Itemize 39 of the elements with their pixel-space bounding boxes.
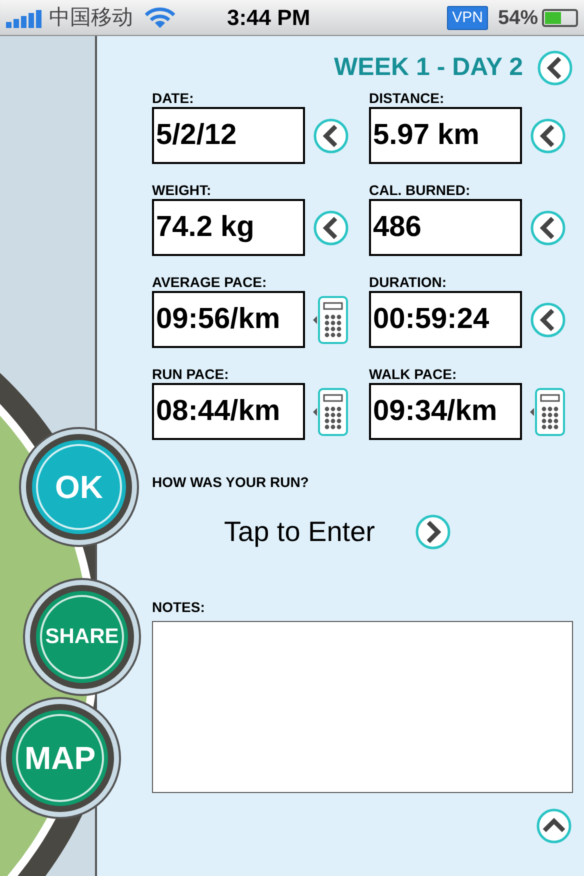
field-label: CAL. BURNED: [369, 182, 472, 198]
value-field[interactable]: 5/2/12 [152, 107, 305, 164]
carrier-name: 中国移动 [49, 4, 133, 31]
field-label: DISTANCE: [369, 90, 446, 106]
field-label: WEIGHT: [152, 182, 212, 198]
back-icon[interactable] [530, 210, 566, 246]
value-field[interactable]: 5.97 km [369, 107, 522, 164]
value-field[interactable]: 74.2 kg [152, 199, 305, 256]
tap-to-enter-text[interactable]: Tap to Enter [224, 511, 375, 553]
calculator-icon[interactable] [313, 296, 349, 344]
collapse-icon[interactable] [536, 808, 572, 844]
field-label: RUN PACE: [152, 366, 230, 382]
question-label: HOW WAS YOUR RUN? [152, 473, 310, 492]
battery-fill [545, 12, 562, 24]
field-label: DURATION: [369, 274, 448, 290]
value-field[interactable]: 09:34/km [369, 383, 522, 440]
notes-field[interactable] [152, 621, 573, 793]
forward-icon[interactable] [414, 514, 451, 550]
back-icon[interactable] [530, 302, 566, 338]
back-icon[interactable] [313, 210, 349, 246]
page-title: WEEK 1 - DAY 2 [334, 52, 523, 84]
value-field[interactable]: 00:59:24 [369, 291, 522, 348]
value-field[interactable]: 09:56/km [152, 291, 305, 348]
field-label: WALK PACE: [369, 366, 458, 382]
back-icon[interactable] [313, 118, 349, 154]
battery-percent: 54% [498, 6, 538, 30]
clock-time: 3:44 PM [227, 4, 310, 32]
value-field[interactable]: 486 [369, 199, 522, 256]
field-label: DATE: [152, 90, 195, 106]
wifi-icon [145, 6, 175, 28]
back-icon[interactable] [530, 118, 566, 154]
calculator-icon[interactable] [313, 388, 349, 436]
value-field[interactable]: 08:44/km [152, 383, 305, 440]
back-icon[interactable] [537, 50, 573, 86]
field-label: AVERAGE PACE: [152, 274, 268, 290]
vpn-badge: VPN [447, 6, 488, 30]
signal-icon [6, 8, 44, 28]
notes-label: NOTES: [152, 598, 206, 617]
calculator-icon[interactable] [530, 388, 566, 436]
